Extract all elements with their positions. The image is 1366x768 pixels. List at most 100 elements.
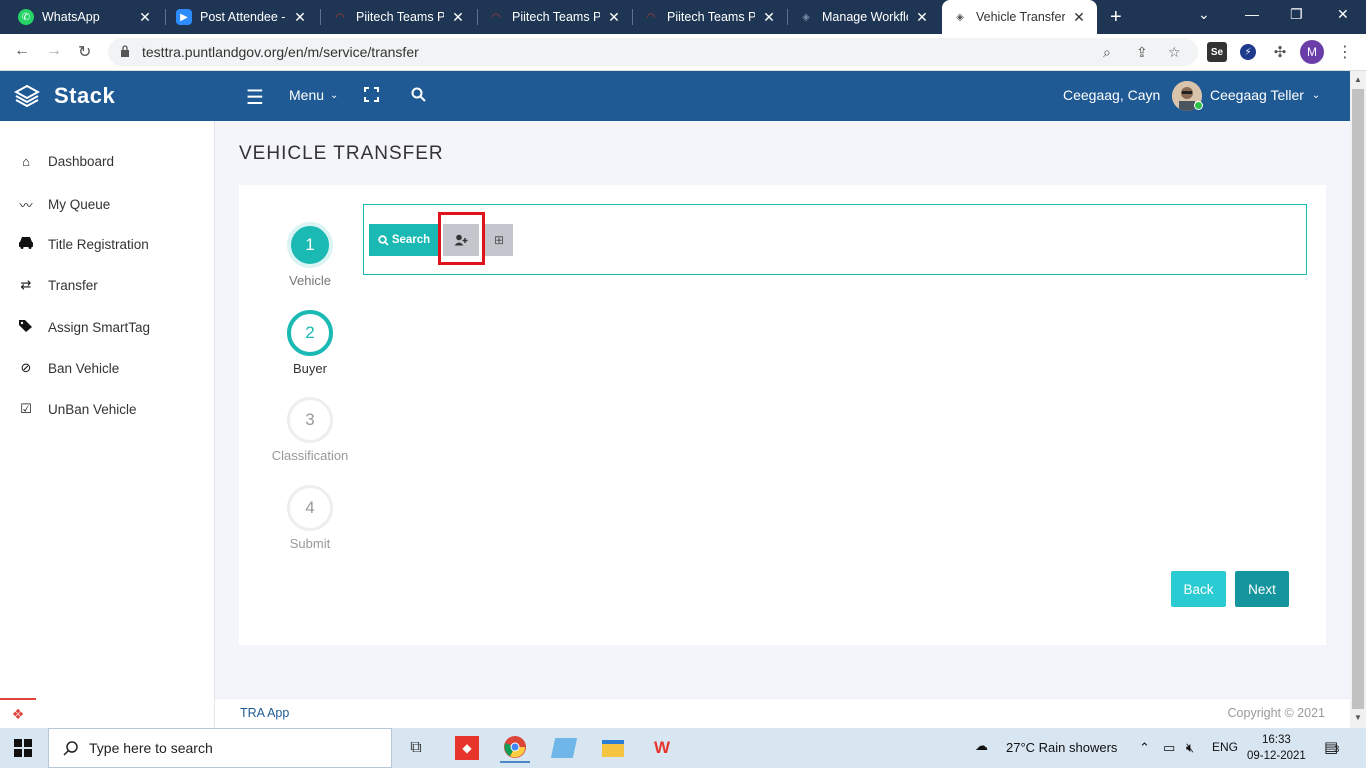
step-vehicle[interactable]: 1 Vehicle: [265, 222, 355, 288]
share-icon[interactable]: ⇪: [1136, 44, 1148, 61]
search-button-label: Search: [391, 234, 431, 246]
windows-start-icon[interactable]: [14, 739, 32, 757]
step-label: Submit: [289, 536, 331, 551]
sidebar-item-unban-vehicle[interactable]: ☑ UnBan Vehicle: [18, 401, 136, 417]
clock-date: 09-12-2021: [1247, 750, 1306, 762]
profile-avatar[interactable]: M: [1300, 40, 1324, 64]
notifications-icon[interactable]: ▤3: [1324, 738, 1339, 756]
anydesk-icon[interactable]: ◆: [452, 733, 482, 763]
step-classification[interactable]: 3 Classification: [265, 397, 355, 463]
extension-bolt-icon[interactable]: ⚡: [1240, 44, 1256, 60]
tags-icon: [18, 319, 34, 336]
tab-title: Piitech Teams Po: [356, 10, 444, 24]
sidebar-item-my-queue[interactable]: 〰 My Queue: [18, 195, 110, 214]
menu-dropdown[interactable]: Menu ⌄: [289, 87, 338, 103]
close-icon[interactable]: ✕: [1071, 9, 1087, 26]
task-view-icon[interactable]: ⧉: [401, 733, 431, 763]
browser-tab-strip: ✆ WhatsApp ✕ ▶ Post Attendee - Z ✕ ◠ Pii…: [0, 0, 1366, 34]
sidebar-item-title-registration[interactable]: Title Registration: [18, 236, 149, 252]
search-icon[interactable]: [411, 87, 426, 102]
speaker-muted-icon[interactable]: 🔇︎: [1186, 740, 1194, 756]
window-close-icon[interactable]: ✕: [1337, 6, 1349, 23]
close-icon[interactable]: ✕: [450, 9, 466, 26]
user-name: Ceegaag, Cayn: [1063, 87, 1161, 103]
scroll-thumb[interactable]: [1352, 89, 1364, 709]
notepad-icon[interactable]: [549, 733, 579, 763]
lock-icon: [121, 45, 129, 57]
notification-count: 3: [1334, 744, 1340, 754]
browser-tab-zoom[interactable]: ▶ Post Attendee - Z ✕: [166, 0, 318, 34]
close-icon[interactable]: ✕: [914, 9, 930, 26]
laravel-icon[interactable]: ❖: [0, 698, 36, 728]
bookmark-star-icon[interactable]: ☆: [1168, 44, 1181, 61]
scroll-down-icon[interactable]: ▼: [1354, 713, 1362, 722]
wps-office-icon[interactable]: W: [647, 733, 677, 763]
url-text: testtra.puntlandgov.org/en/m/service/tra…: [142, 44, 419, 60]
tab-separator: [320, 9, 321, 25]
step-number: 1: [287, 222, 333, 268]
new-tab-icon[interactable]: +: [1110, 6, 1122, 29]
tab-title: Manage Workflo: [822, 10, 908, 24]
browser-tab-piitech-3[interactable]: ◠ Piitech Teams Po ✕: [633, 0, 787, 34]
back-button[interactable]: Back: [1171, 571, 1226, 607]
browser-tab-manage-workflow[interactable]: ◈ Manage Workflo ✕: [788, 0, 940, 34]
role-label: Ceegaag Teller: [1210, 87, 1304, 103]
address-bar[interactable]: testtra.puntlandgov.org/en/m/service/tra…: [108, 38, 1198, 66]
taskbar-search-input[interactable]: Type here to search: [48, 728, 392, 768]
brand-name: Stack: [54, 83, 116, 108]
tab-search-chevron-icon[interactable]: ⌄: [1198, 6, 1210, 23]
minimize-icon[interactable]: —: [1245, 6, 1259, 22]
tray-chevron-up-icon[interactable]: ⌃: [1139, 740, 1150, 756]
step-buyer[interactable]: 2 Buyer: [265, 310, 355, 376]
highlight-box: [438, 212, 485, 265]
extensions-puzzle-icon[interactable]: ✣: [1270, 42, 1290, 62]
sidebar-item-transfer[interactable]: ⇄ Transfer: [18, 277, 98, 293]
footer-app-link[interactable]: TRA App: [240, 706, 289, 720]
next-button[interactable]: Next: [1235, 571, 1289, 607]
sidebar-item-label: Title Registration: [48, 236, 149, 252]
scroll-up-icon[interactable]: ▲: [1354, 75, 1362, 84]
chrome-icon[interactable]: [500, 733, 530, 763]
sidebar-item-label: My Queue: [48, 197, 111, 212]
browser-menu-icon[interactable]: ⋮: [1337, 42, 1353, 62]
expand-button[interactable]: ⊞: [485, 224, 513, 256]
browser-toolbar: ← → ↻ testtra.puntlandgov.org/en/m/servi…: [0, 34, 1366, 71]
forward-arrow-icon[interactable]: →: [46, 42, 62, 60]
online-status-dot: [1194, 101, 1203, 110]
close-icon[interactable]: ✕: [137, 9, 153, 26]
page-title: VEHICLE TRANSFER: [239, 143, 444, 164]
hamburger-menu-icon[interactable]: ☰: [246, 85, 264, 110]
search-button[interactable]: Search: [369, 224, 439, 256]
browser-tab-vehicle-transfer[interactable]: ◈ Vehicle Transfer | ✕: [942, 0, 1097, 34]
restore-icon[interactable]: ❐: [1290, 6, 1303, 23]
zoom-search-icon[interactable]: ⌕: [1103, 44, 1111, 61]
language-indicator[interactable]: ENG: [1212, 740, 1238, 754]
sidebar-item-dashboard[interactable]: ⌂ Dashboard: [18, 154, 114, 169]
close-icon[interactable]: ✕: [761, 9, 777, 26]
close-icon[interactable]: ✕: [606, 9, 622, 26]
browser-tab-piitech-2[interactable]: ◠ Piitech Teams Po ✕: [478, 0, 632, 34]
footer: TRA App Copyright © 2021: [215, 698, 1350, 728]
clock[interactable]: 16:33 09-12-2021: [1247, 732, 1306, 764]
back-arrow-icon[interactable]: ←: [14, 42, 30, 60]
stack-icon: ◈: [956, 11, 964, 23]
page-scrollbar[interactable]: ▲ ▼: [1350, 71, 1366, 728]
step-number: 2: [287, 310, 333, 356]
ban-icon: ⊘: [20, 360, 32, 375]
sidebar-item-ban-vehicle[interactable]: ⊘ Ban Vehicle: [18, 360, 120, 376]
fullscreen-icon[interactable]: [364, 87, 379, 102]
close-icon[interactable]: ✕: [292, 9, 308, 26]
weather-text[interactable]: 27°C Rain showers: [1006, 740, 1117, 755]
selenium-extension-icon[interactable]: Se: [1207, 42, 1227, 62]
battery-icon[interactable]: ▭: [1163, 740, 1175, 756]
brand-logo[interactable]: Stack: [0, 71, 215, 121]
file-explorer-icon[interactable]: [598, 733, 628, 763]
reload-icon[interactable]: ↻: [78, 42, 91, 62]
user-role-dropdown[interactable]: Ceegaag Teller ⌄: [1210, 87, 1320, 103]
sidebar-item-assign-smarttag[interactable]: Assign SmartTag: [18, 319, 150, 336]
browser-tab-whatsapp[interactable]: ✆ WhatsApp ✕: [8, 0, 163, 34]
browser-tab-piitech-1[interactable]: ◠ Piitech Teams Po ✕: [322, 0, 476, 34]
step-submit[interactable]: 4 Submit: [265, 485, 355, 551]
step-label: Buyer: [293, 361, 327, 376]
weather-icon[interactable]: ☁: [975, 738, 988, 754]
